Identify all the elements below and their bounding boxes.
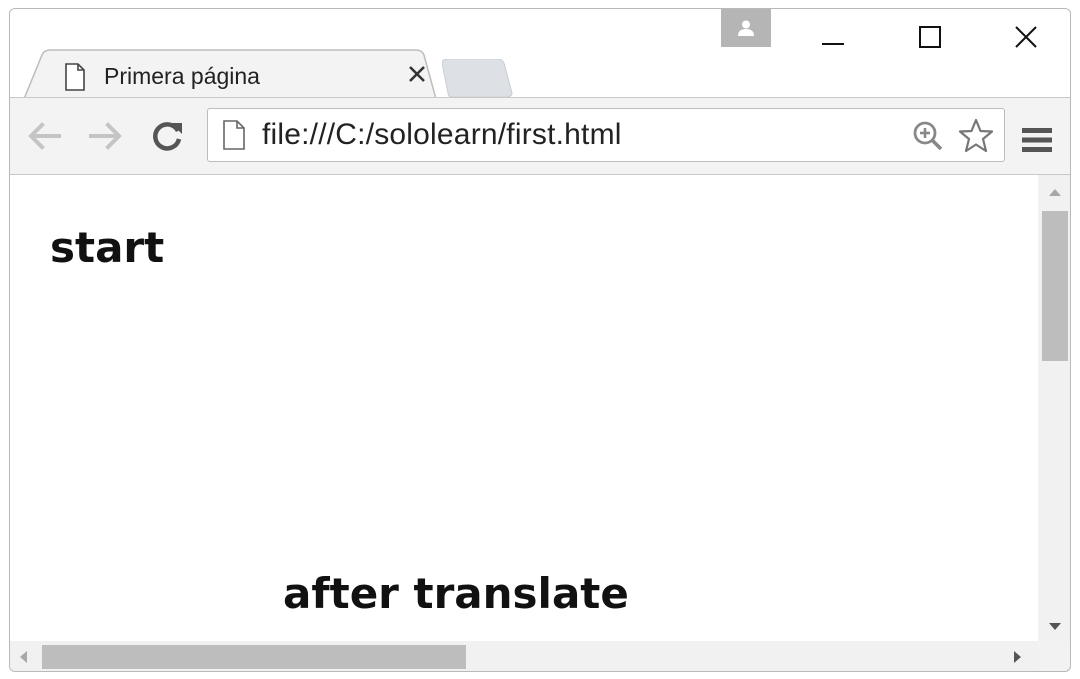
arrow-right-icon <box>89 122 122 150</box>
scroll-up-arrow-icon[interactable] <box>1049 189 1061 196</box>
reload-icon <box>153 122 182 151</box>
vertical-scroll-thumb[interactable] <box>1042 211 1068 361</box>
minimize-icon <box>822 43 844 45</box>
back-button[interactable] <box>24 116 64 156</box>
new-tab-button[interactable] <box>442 59 514 97</box>
url-text[interactable]: file:///C:/sololearn/first.html <box>262 118 622 152</box>
zoom-in-icon[interactable] <box>912 120 944 152</box>
hamburger-menu-icon[interactable] <box>1022 128 1052 152</box>
arrow-left-icon <box>28 122 61 150</box>
person-icon <box>738 20 754 36</box>
tab-title: Primera página <box>104 63 260 89</box>
forward-button[interactable] <box>86 116 126 156</box>
tab-primera-pagina[interactable]: Primera página <box>24 49 436 99</box>
horizontal-scroll-thumb[interactable] <box>42 645 466 669</box>
maximize-button[interactable] <box>900 15 960 59</box>
star-icon[interactable] <box>958 118 994 154</box>
horizontal-scrollbar[interactable] <box>10 641 1038 671</box>
page-viewport: start after translate <box>10 175 1038 641</box>
minimize-button[interactable] <box>803 15 863 59</box>
scroll-left-arrow-icon[interactable] <box>20 651 27 663</box>
close-icon[interactable] <box>408 65 426 83</box>
scroll-right-arrow-icon[interactable] <box>1014 651 1021 663</box>
page-icon <box>65 63 85 91</box>
close-window-button[interactable] <box>996 15 1056 59</box>
scroll-down-arrow-icon[interactable] <box>1049 623 1061 630</box>
vertical-scrollbar[interactable] <box>1038 175 1070 641</box>
reload-button[interactable] <box>148 116 188 156</box>
tab-strip: Primera página <box>10 9 1070 99</box>
heading-start: start <box>50 223 165 272</box>
browser-window: Primera página file:///C:/sololearn/firs… <box>9 8 1071 672</box>
address-bar[interactable]: file:///C:/sololearn/first.html <box>207 108 1005 162</box>
close-icon <box>1015 26 1037 48</box>
maximize-icon <box>919 26 941 48</box>
heading-after-translate: after translate <box>283 569 629 618</box>
profile-button[interactable] <box>721 9 771 47</box>
page-icon <box>223 120 245 150</box>
toolbar: file:///C:/sololearn/first.html <box>10 97 1070 175</box>
